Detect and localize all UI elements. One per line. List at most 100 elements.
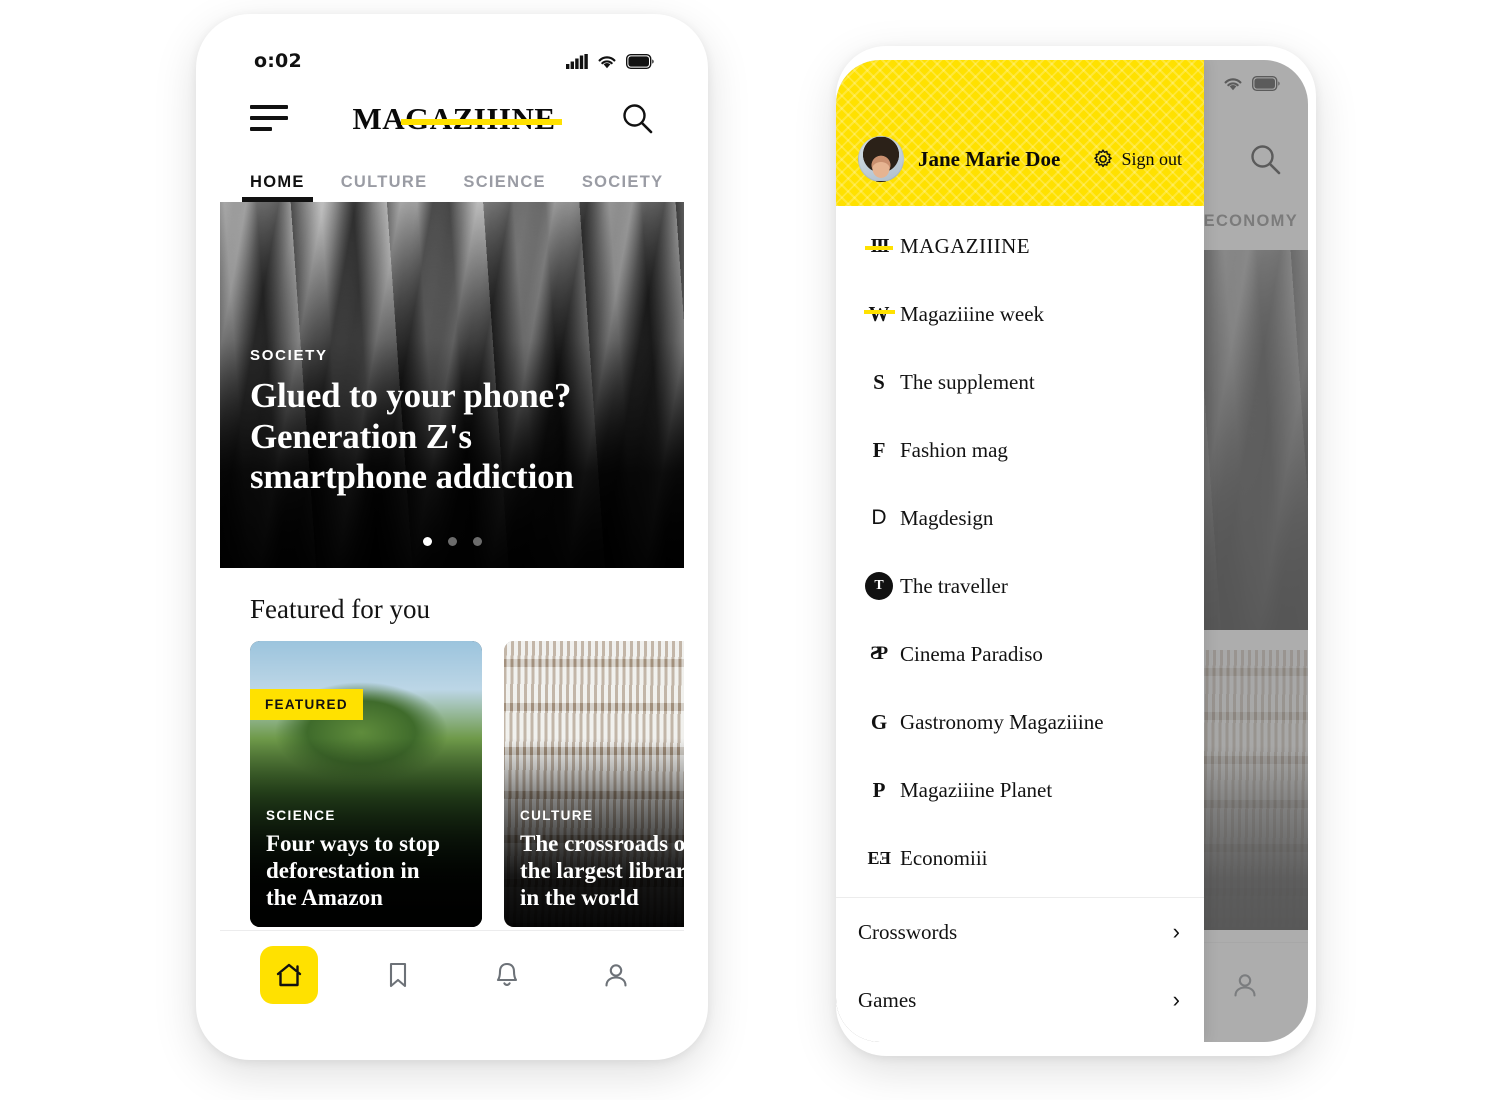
menu-item-cinema-paradiso[interactable]: SP Cinema Paradiso [836,620,1204,688]
hamburger-menu-icon[interactable] [250,105,288,131]
app-header: MAGAZIIINE [220,80,684,156]
status-bar: o:02 [220,36,684,80]
nav-profile-button[interactable] [587,946,645,1004]
menu-item-fashion-mag[interactable]: F Fashion mag [836,416,1204,484]
cinema-paradiso-logo-icon: SP [869,643,889,664]
menu-item-label: Fashion mag [900,437,1008,462]
featured-badge: FEATURED [250,689,363,720]
supplement-logo-icon: S [873,369,885,394]
phone-device-right: ssroads o est librar orld [836,46,1316,1056]
user-name: Jane Marie Doe [918,146,1061,171]
menu-item-the-traveller[interactable]: T The traveller [836,552,1204,620]
magaziiine-hash-logo-icon: III [858,235,900,258]
menu-item-label: The supplement [900,369,1035,394]
card-kicker: CULTURE [520,807,594,823]
app-logo[interactable]: MAGAZIIINE [352,103,562,134]
sign-out-label: Sign out [1121,148,1182,169]
menu-item-gastronomy-magaziiine[interactable]: G Gastronomy Magaziiine [836,688,1204,756]
avatar[interactable] [858,136,904,182]
home-icon [276,963,301,986]
status-indicators [566,53,654,69]
menu-item-economiii[interactable]: EE Economiii [836,824,1204,892]
magdesign-logo-icon: D [871,506,887,529]
chevron-right-icon: › [1172,919,1180,944]
nav-notifications-button[interactable] [478,946,536,1004]
hero-headline-line-1: Glued to your phone? [250,376,572,416]
fashion-mag-logo-icon: F [872,437,886,462]
featured-heading: Featured for you [250,594,430,624]
menu-item-label: Crosswords [858,919,958,944]
app-screen-home: o:02 HOME CULTURE SCIENCE SOCIETY SOCIET… [220,36,684,1036]
signal-bars-icon [566,53,588,69]
carousel-dots[interactable] [220,537,684,546]
tab-society[interactable]: SOCIETY [582,173,664,202]
menu-item-magdesign[interactable]: D Magdesign [836,484,1204,552]
menu-item-magaziiine-planet[interactable]: P Magaziiine Planet [836,756,1204,824]
card-kicker: SCIENCE [266,807,336,823]
menu-item-magaziiine-week[interactable]: W Magaziiine week [836,280,1204,348]
tab-culture[interactable]: CULTURE [341,173,428,202]
menu-item-label: Gastronomy Magaziiine [900,709,1104,734]
menu-item-games[interactable]: Games › [836,966,1204,1034]
menu-item-label: MAGAZIIINE [900,233,1030,258]
card-headline[interactable]: The crossroads of the largest library in… [520,830,684,911]
card-headline-line-3: the Amazon [266,884,383,910]
menu-item-label: Cinema Paradiso [900,641,1043,666]
gear-icon [1094,149,1113,168]
category-tabs[interactable]: HOME CULTURE SCIENCE SOCIETY ECONOMY [220,156,684,202]
battery-icon [626,53,654,69]
bottom-navigation[interactable] [220,930,684,1036]
bell-icon [496,962,517,986]
hero-carousel[interactable]: SOCIETY Glued to your phone? Generation … [220,202,684,568]
hero-headline-line-3: smartphone addiction [250,457,574,497]
menu-item-label: The traveller [900,573,1008,598]
tab-science[interactable]: SCIENCE [463,173,545,202]
bookmark-icon [389,962,406,987]
carousel-dot-1[interactable] [422,537,432,546]
card-headline-line-1: The crossroads of [520,830,684,856]
menu-item-label: Economiii [900,845,988,870]
menu-item-magaziiine[interactable]: III MAGAZIIINE [836,212,1204,280]
featured-card[interactable]: CULTURE The crossroads of the largest li… [504,641,684,927]
navigation-drawer: Jane Marie Doe Sign out III [836,60,1204,1042]
drawer-menu-list[interactable]: III MAGAZIIINE W Magaziiine week S The s… [836,206,1204,897]
nav-bookmark-button[interactable] [369,946,427,1004]
card-headline-line-1: Four ways to stop [266,830,441,856]
menu-item-label: Magaziiine Planet [900,777,1053,802]
card-headline-line-2: deforestation in [266,857,420,883]
menu-item-magziiine-showcase[interactable]: Magziiine Showcase [836,892,1204,897]
featured-card-list[interactable]: FEATURED SCIENCE Four ways to stop defor… [220,641,684,927]
card-headline-line-2: the largest library [520,857,684,883]
drawer-header: Jane Marie Doe Sign out [836,60,1204,206]
hero-text-block: SOCIETY Glued to your phone? Generation … [250,347,650,498]
drawer-footer: Crosswords › Games › [836,897,1204,1042]
wifi-icon [598,55,616,68]
screenshot-canvas: o:02 HOME CULTURE SCIENCE SOCIETY SOCIET… [0,0,1500,1100]
card-headline-line-3: in the world [520,884,639,910]
menu-item-label: Magdesign [900,505,994,530]
search-icon[interactable] [620,101,654,135]
chevron-right-icon: › [1172,987,1180,1012]
hero-headline-line-2: Generation Z's [250,416,472,456]
phone-device-left: o:02 HOME CULTURE SCIENCE SOCIETY SOCIET… [196,14,708,1060]
sign-out-button[interactable]: Sign out [1093,149,1182,170]
card-headline[interactable]: Four ways to stop deforestation in the A… [266,830,470,911]
nav-home-button[interactable] [259,945,318,1004]
tab-home[interactable]: HOME [242,173,313,202]
card-text-block: CULTURE The crossroads of the largest li… [520,808,684,911]
carousel-dot-3[interactable] [472,537,482,546]
menu-item-label: Magaziiine week [900,301,1045,326]
menu-item-the-supplement[interactable]: S The supplement [836,348,1204,416]
carousel-dot-2[interactable] [447,537,457,546]
menu-item-crosswords[interactable]: Crosswords › [836,898,1204,966]
featured-card[interactable]: FEATURED SCIENCE Four ways to stop defor… [250,641,482,927]
traveller-logo-icon: T [858,572,900,600]
hero-headline[interactable]: Glued to your phone? Generation Z's smar… [250,376,650,498]
menu-item-label: Games [858,987,917,1012]
magaziiine-planet-logo-icon: P [872,777,886,802]
card-text-block: SCIENCE Four ways to stop deforestation … [266,808,470,911]
app-screen-menu-open: ssroads o est librar orld [836,60,1308,1042]
logo-yellow-strike [401,118,562,125]
hero-kicker: SOCIETY [250,347,328,365]
economiii-logo-icon: EE [867,847,891,868]
